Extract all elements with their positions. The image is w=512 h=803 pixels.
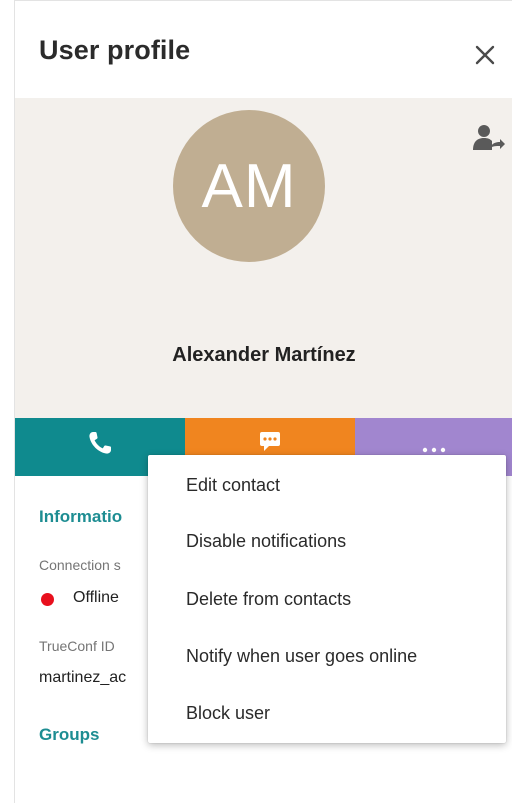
menu-item-block-user[interactable]: Block user (148, 685, 506, 742)
avatar: AM (173, 110, 325, 262)
menu-item-edit-contact[interactable]: Edit contact (148, 457, 506, 514)
user-name: Alexander Martínez (172, 344, 356, 366)
groups-section-title: Groups (39, 725, 100, 744)
more-icon (422, 447, 446, 453)
chat-icon (260, 432, 280, 451)
close-icon (475, 45, 495, 65)
connection-status-label: Connection s (39, 557, 121, 573)
profile-hero: AM Alexander Martínez (15, 98, 512, 418)
trueconf-id-value: martinez_ac (39, 669, 127, 686)
menu-item-notify-online[interactable]: Notify when user goes online (148, 628, 506, 685)
menu-item-delete-from-contacts[interactable]: Delete from contacts (148, 571, 506, 628)
close-button[interactable] (473, 43, 497, 67)
information-section-title: Informatio (39, 507, 123, 526)
phone-icon (89, 432, 111, 454)
header: User profile (15, 1, 512, 97)
avatar-initials: AM (201, 151, 297, 221)
share-contact-button[interactable] (471, 122, 505, 156)
offline-status-dot (41, 593, 54, 606)
page-title: User profile (39, 35, 191, 65)
contact-context-menu: Edit contact Disable notifications Delet… (148, 455, 506, 743)
menu-item-disable-notifications[interactable]: Disable notifications (148, 513, 506, 570)
trueconf-id-label: TrueConf ID (39, 638, 115, 654)
user-share-icon (473, 125, 505, 150)
connection-status-value: Offline (73, 589, 119, 606)
